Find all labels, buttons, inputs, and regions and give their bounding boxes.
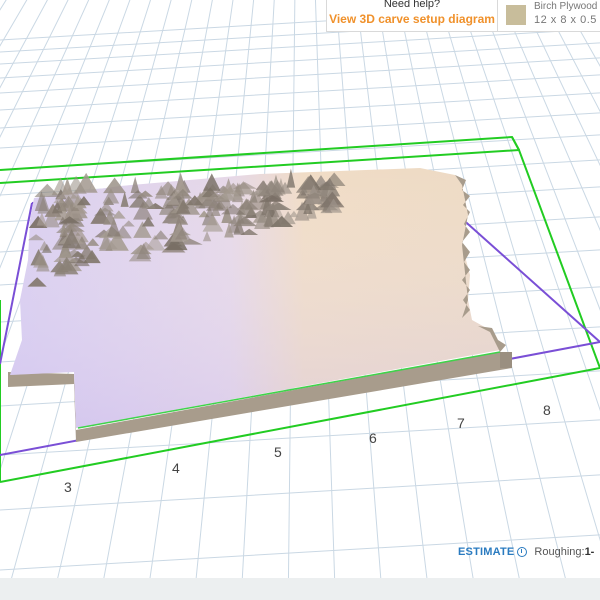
3d-scene[interactable]: 3 4 5 6 7 8 xyxy=(0,0,600,600)
carve-peak xyxy=(103,177,127,194)
x-tick-label: 3 xyxy=(64,479,72,495)
estimate-bar: ESTIMATE Roughing: 1- xyxy=(458,544,594,560)
material-name: Birch Plywood xyxy=(534,1,598,12)
material-size: 12 x 8 x 0.5 xyxy=(534,14,597,26)
info-icon[interactable] xyxy=(517,547,528,557)
roughing-label: Roughing: xyxy=(534,546,585,558)
x-tick-label: 4 xyxy=(172,460,180,476)
help-question: Need help? xyxy=(383,0,441,10)
view-3d-carve-diagram-link[interactable]: View 3D carve setup diagram xyxy=(327,11,497,27)
x-tick-label: 5 xyxy=(274,444,282,460)
roughing-value: 1- xyxy=(584,546,595,558)
material-selector[interactable]: Birch Plywood 12 x 8 x 0.5 xyxy=(498,0,600,32)
bottom-toolbar xyxy=(0,578,600,600)
x-tick-label: 7 xyxy=(457,415,465,431)
carved-model xyxy=(8,168,512,442)
3d-viewport[interactable]: 3 4 5 6 7 8 xyxy=(0,0,600,600)
estimate-button[interactable]: ESTIMATE xyxy=(458,546,514,558)
help-panel: Need help? View 3D carve setup diagram xyxy=(326,0,498,32)
x-tick-label: 8 xyxy=(543,402,551,418)
material-swatch xyxy=(506,5,526,25)
x-tick-label: 6 xyxy=(369,430,377,446)
